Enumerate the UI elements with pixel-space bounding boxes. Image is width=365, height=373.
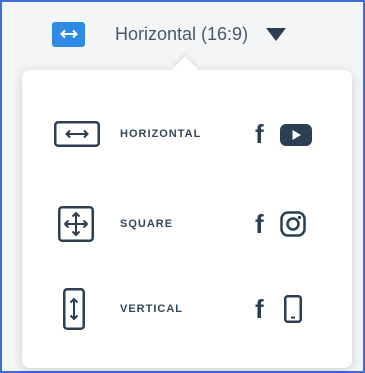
option-square[interactable]: SQUARE f (22, 182, 352, 262)
caret-down-icon (266, 27, 287, 41)
option-horizontal[interactable]: HORIZONTAL f (22, 92, 352, 172)
vertical-arrows-icon (63, 288, 85, 330)
facebook-icon: f (255, 209, 264, 239)
option-square-label: SQUARE (120, 218, 174, 230)
youtube-icon (280, 124, 312, 146)
option-horizontal-label: HORIZONTAL (120, 128, 202, 140)
phone-icon (284, 295, 302, 323)
selected-format-label: Horizontal (16:9) (115, 23, 249, 44)
facebook-icon: f (255, 294, 264, 324)
horizontal-arrows-icon (52, 21, 85, 47)
option-vertical[interactable]: VERTICAL f (22, 272, 352, 352)
aspect-ratio-dropdown-trigger[interactable]: Horizontal (16:9) (52, 18, 287, 50)
option-vertical-label: VERTICAL (120, 303, 183, 315)
instagram-icon (280, 211, 306, 237)
four-way-arrows-icon (58, 206, 94, 242)
horizontal-arrows-icon (54, 121, 100, 147)
aspect-ratio-menu: HORIZONTAL f SQUARE f VERTICAL f (22, 56, 352, 368)
facebook-icon: f (255, 119, 264, 149)
